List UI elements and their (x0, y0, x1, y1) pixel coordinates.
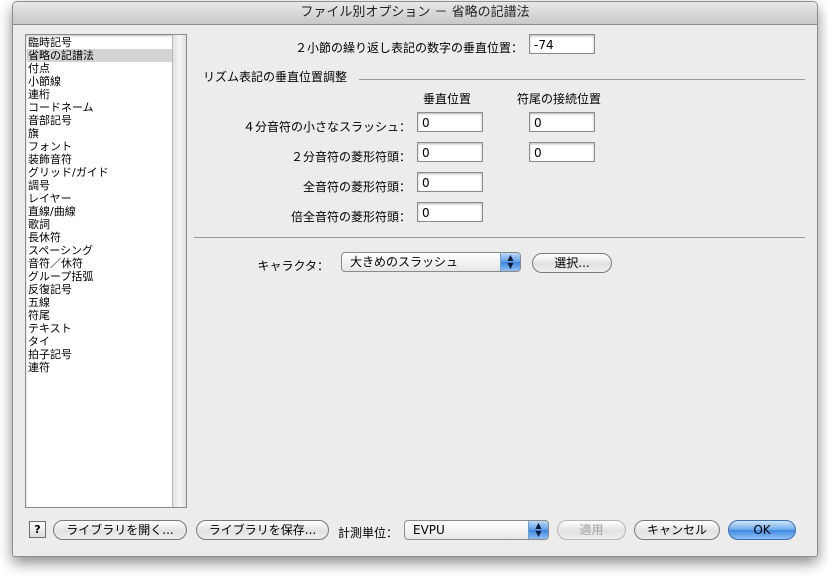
character-section-divider (194, 237, 805, 238)
window-title: ファイル別オプション － 省略の記譜法 (13, 2, 817, 25)
category-list-items: 臨時記号 省略の記譜法 付点 小節線 連桁 コードネーム 音部記号旗フォント 装飾音符 グリッド… (27, 36, 172, 374)
apply-button[interactable]: 適用 (557, 520, 626, 540)
sidebar-item[interactable]: 反復記号 (27, 283, 172, 296)
row-label-quarter-slash: ４分音符の小さなスラッシュ： (242, 120, 411, 134)
help-button[interactable]: ? (29, 521, 46, 538)
half-diamond-vertical-field[interactable]: 0 (417, 142, 483, 162)
sidebar-item[interactable]: 小節線 (27, 75, 172, 88)
whole-diamond-vertical-field[interactable]: 0 (417, 172, 483, 192)
sidebar-item[interactable]: 五線 (27, 296, 172, 309)
sidebar-item[interactable]: スペーシング (27, 244, 172, 257)
open-library-button[interactable]: ライブラリを開く... (53, 520, 187, 540)
row-label-double-whole-diamond: 倍全音符の菱形符頭： (290, 210, 411, 224)
repeat-number-field[interactable]: -74 (529, 34, 595, 54)
ok-button[interactable]: OK (728, 520, 796, 540)
up-down-arrows-icon: ▲ ▼ (528, 521, 548, 539)
sidebar-item[interactable]: 連符 (27, 361, 172, 374)
category-list[interactable]: 臨時記号 省略の記譜法 付点 小節線 連桁 コードネーム 音部記号旗フォント 装飾音符 グリッド… (25, 34, 187, 508)
half-diamond-stem-field[interactable]: 0 (529, 142, 595, 162)
column-header-stem: 符尾の接続位置 (517, 92, 602, 106)
sidebar-scrollbar[interactable] (172, 35, 186, 507)
units-popup-value: EVPU (413, 523, 445, 537)
sidebar-item[interactable]: 連桁 (27, 88, 172, 101)
quarter-slash-vertical-field[interactable]: 0 (417, 112, 483, 132)
units-label: 計測単位： (338, 526, 399, 540)
double-whole-diamond-vertical-field[interactable]: 0 (417, 202, 483, 222)
sidebar-item[interactable]: 装飾音符 (27, 153, 172, 166)
sidebar-item[interactable]: レイヤー (27, 192, 172, 205)
up-down-arrows-icon: ▲ ▼ (500, 253, 520, 271)
sidebar-item[interactable]: 歌詞 (27, 218, 172, 231)
sidebar-item[interactable]: 旗 (27, 127, 172, 140)
repeat-number-label: ２小節の繰り返し表記の数字の垂直位置： (294, 41, 523, 55)
row-label-whole-diamond: 全音符の菱形符頭： (302, 180, 411, 194)
sidebar-item[interactable]: 付点 (27, 62, 172, 75)
units-popup[interactable]: EVPU ▲ ▼ (404, 520, 549, 540)
sidebar-item[interactable]: タイ (27, 335, 172, 348)
sidebar-item[interactable]: 長休符 (27, 231, 172, 244)
rhythm-section-divider (359, 79, 805, 80)
cancel-button[interactable]: キャンセル (634, 520, 720, 540)
sidebar-item[interactable]: 拍子記号 (27, 348, 172, 361)
character-popup[interactable]: 大きめのスラッシュ ▲ ▼ (341, 252, 521, 272)
sidebar-item[interactable]: 調号 (27, 179, 172, 192)
character-popup-value: 大きめのスラッシュ (350, 255, 459, 269)
sidebar-item[interactable]: グループ括弧 (27, 270, 172, 283)
sidebar-item[interactable]: 省略の記譜法 (27, 49, 172, 62)
sidebar-item[interactable]: フォント (27, 140, 172, 153)
question-mark-icon: ? (34, 523, 41, 536)
options-dialog: ファイル別オプション － 省略の記譜法 臨時記号 省略の記譜法 付点 小節線 連桁 コード… (12, 1, 818, 557)
sidebar-item[interactable]: 臨時記号 (27, 36, 172, 49)
sidebar-item[interactable]: 音符／休符 (27, 257, 172, 270)
rhythm-section-title: リズム表記の垂直位置調整 (203, 70, 348, 84)
sidebar-item[interactable]: コードネーム (27, 101, 172, 114)
quarter-slash-stem-field[interactable]: 0 (529, 112, 595, 132)
save-library-button[interactable]: ライブラリを保存... (196, 520, 329, 540)
column-header-vertical: 垂直位置 (423, 92, 472, 106)
sidebar-item[interactable]: 符尾 (27, 309, 172, 322)
sidebar-item[interactable]: テキスト (27, 322, 172, 335)
character-label: キャラクタ： (257, 259, 329, 273)
select-button[interactable]: 選択... (532, 253, 612, 273)
sidebar-item[interactable]: 直線/曲線 (27, 205, 172, 218)
sidebar-item[interactable]: グリッド/ガイド (27, 166, 172, 179)
row-label-half-diamond: ２分音符の菱形符頭： (290, 150, 411, 164)
sidebar-item[interactable]: 音部記号 (27, 114, 172, 127)
